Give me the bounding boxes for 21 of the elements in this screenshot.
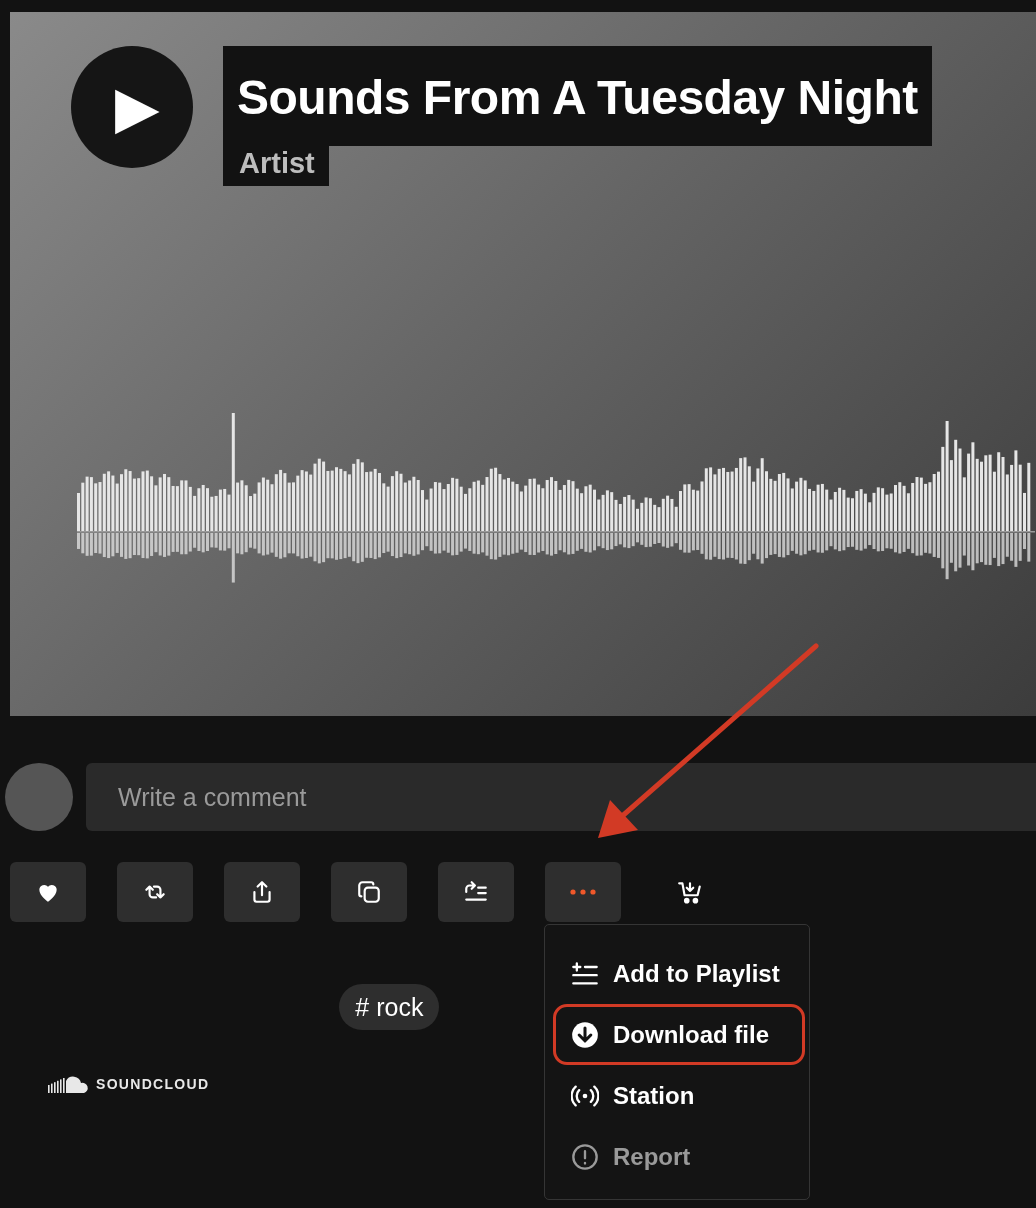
- share-button[interactable]: [224, 862, 300, 922]
- artist-name[interactable]: Artist: [223, 146, 329, 186]
- menu-item[interactable]: Station: [553, 1065, 805, 1126]
- alert-icon: [571, 1142, 599, 1171]
- cart-icon: [677, 879, 703, 905]
- add-list-icon: [571, 959, 599, 988]
- copy-icon: [356, 879, 382, 905]
- logo-text: SOUNDCLOUD: [96, 1076, 210, 1092]
- cloud-logo-icon: [48, 1075, 90, 1093]
- play-button[interactable]: ▶: [71, 46, 193, 168]
- genre-tag[interactable]: # rock: [339, 984, 440, 1030]
- menu-item[interactable]: Add to Playlist: [553, 943, 805, 1004]
- like-button[interactable]: [10, 862, 86, 922]
- repost-button[interactable]: [117, 862, 193, 922]
- comment-field[interactable]: Write a comment: [86, 763, 1036, 831]
- more-icon: [569, 888, 597, 896]
- copy-button[interactable]: [331, 862, 407, 922]
- track-title: Sounds From A Tuesday Night: [223, 46, 932, 146]
- download-icon: [571, 1020, 599, 1049]
- menu-item[interactable]: Download file: [553, 1004, 805, 1065]
- queue-button[interactable]: [438, 862, 514, 922]
